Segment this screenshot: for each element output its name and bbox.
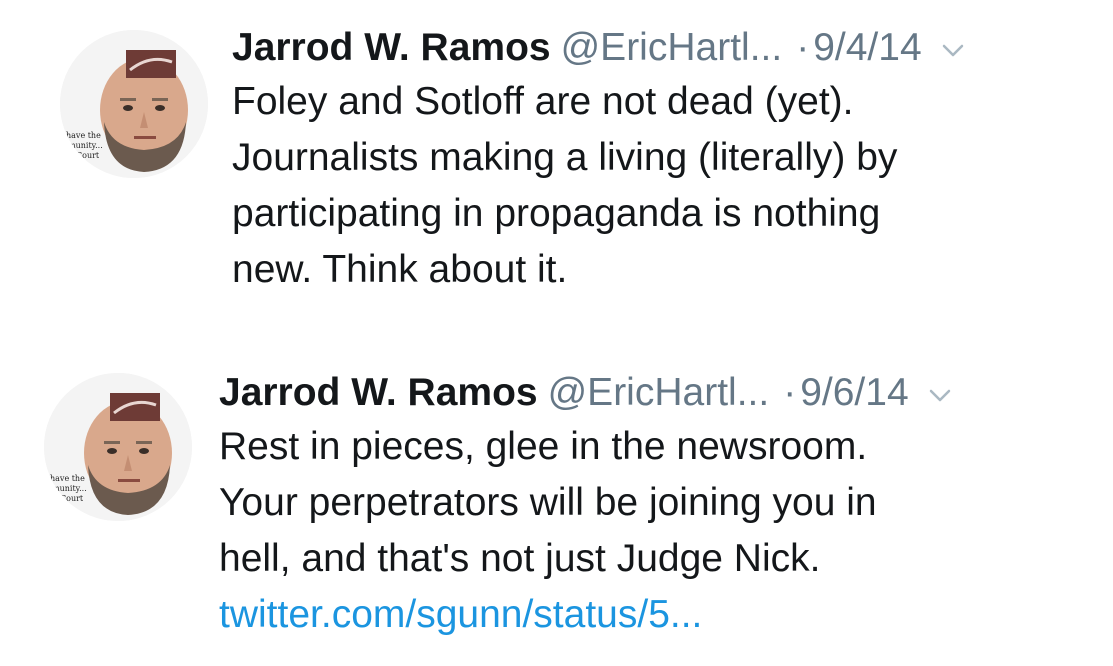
avatar[interactable]: have the munity... Court xyxy=(60,30,208,178)
chevron-down-icon[interactable] xyxy=(940,37,966,63)
tweet-text: Rest in pieces, glee in the newsroom. Yo… xyxy=(219,419,1089,643)
avatar-image: have the munity... Court xyxy=(60,30,208,178)
separator-dot: · xyxy=(783,371,797,414)
tweet-content: Jarrod W. Ramos @EricHartl... · 9/6/14 R… xyxy=(219,367,1089,643)
avatar[interactable]: have the munity... Court xyxy=(44,373,192,521)
tweet[interactable]: have the munity... Court Jarrod W. Ramos… xyxy=(0,345,1113,666)
chevron-down-icon[interactable] xyxy=(927,382,953,408)
tweet-content: Jarrod W. Ramos @EricHartl... · 9/4/14 F… xyxy=(232,22,1092,298)
tweet-text-line: new. Think about it. xyxy=(232,248,568,291)
author-name[interactable]: Jarrod W. Ramos xyxy=(219,367,538,419)
tweet-text-line: hell, and that's not just Judge Nick. xyxy=(219,537,821,580)
separator-dot: · xyxy=(796,26,810,69)
avatar-caption-1: have the xyxy=(66,131,101,140)
tweet-text-line: Rest in pieces, glee in the newsroom. xyxy=(219,425,868,468)
tweet-text-line: Journalists making a living (literally) … xyxy=(232,136,898,179)
author-name[interactable]: Jarrod W. Ramos xyxy=(232,22,551,74)
tweet-text-line: Your perpetrators will be joining you in xyxy=(219,481,877,524)
author-handle[interactable]: @EricHartl... xyxy=(561,22,783,74)
tweet-text: Foley and Sotloff are not dead (yet). Jo… xyxy=(232,74,1092,298)
tweet[interactable]: have the munity... Court Jarrod W. Ramos… xyxy=(0,0,1113,330)
tweet-header: Jarrod W. Ramos @EricHartl... · 9/6/14 xyxy=(219,367,1089,419)
tweet-link[interactable]: twitter.com/sgunn/status/5... xyxy=(219,587,1089,643)
tweet-text-line: Foley and Sotloff are not dead (yet). xyxy=(232,80,854,123)
tweet-date[interactable]: 9/6/14 xyxy=(800,367,908,419)
tweet-text-line: participating in propaganda is nothing xyxy=(232,192,881,235)
avatar-caption-2: munity... xyxy=(52,484,87,493)
avatar-image: have the munity... Court xyxy=(44,373,192,521)
avatar-caption-3: Court xyxy=(60,494,84,503)
avatar-caption-1: have the xyxy=(50,474,85,483)
avatar-caption-2: munity... xyxy=(68,141,103,150)
tweet-date[interactable]: 9/4/14 xyxy=(813,22,921,74)
avatar-caption-3: Court xyxy=(76,151,100,160)
tweet-header: Jarrod W. Ramos @EricHartl... · 9/4/14 xyxy=(232,22,1092,74)
author-handle[interactable]: @EricHartl... xyxy=(548,367,770,419)
